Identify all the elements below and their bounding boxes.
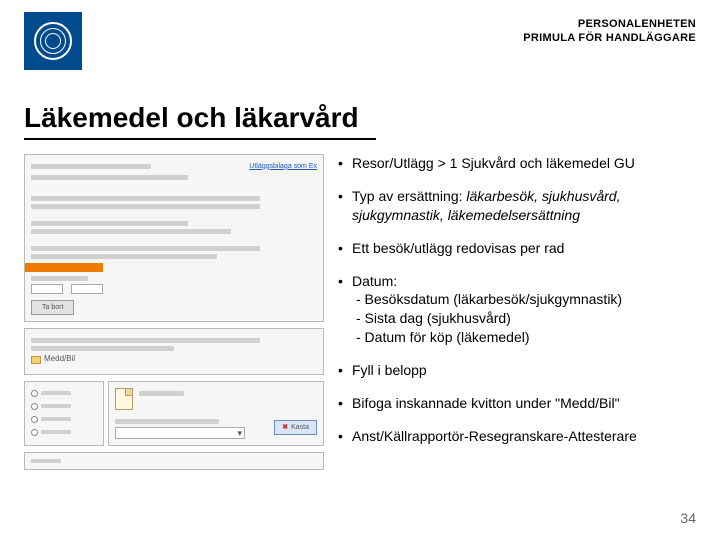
header-org: PERSONALENHETEN PRIMULA FÖR HANDLÄGGARE bbox=[523, 12, 696, 46]
bullet-6: Bifoga inskannade kvitton under "Medd/Bi… bbox=[338, 394, 696, 413]
meddbil-row: Medd/Bil bbox=[31, 354, 75, 365]
bullet-3: Ett besök/utlägg redovisas per rad bbox=[338, 239, 696, 258]
bullet-list: Resor/Utlägg > 1 Sjukvård och läkemedel … bbox=[338, 154, 696, 470]
page-title: Läkemedel och läkarvård bbox=[24, 102, 376, 140]
meddbil-label: Medd/Bil bbox=[44, 354, 75, 365]
input-stub bbox=[31, 284, 63, 294]
bullet-1: Resor/Utlägg > 1 Sjukvård och läkemedel … bbox=[338, 154, 696, 173]
orange-section-bar bbox=[25, 263, 103, 272]
screenshot-panel-radio bbox=[24, 381, 104, 446]
header-org-line1: PERSONALENHETEN bbox=[523, 18, 696, 32]
slide-header: PERSONALENHETEN PRIMULA FÖR HANDLÄGGARE bbox=[24, 12, 696, 76]
header-org-line2: PRIMULA FÖR HANDLÄGGARE bbox=[523, 32, 696, 46]
university-logo bbox=[24, 12, 82, 70]
page-number: 34 bbox=[680, 510, 696, 526]
screenshot-panel-attach: ✖Kasta bbox=[108, 381, 324, 446]
seal-icon bbox=[34, 22, 72, 60]
input-stub bbox=[71, 284, 103, 294]
screenshot-top-link: Utläggsbilaga som Ex bbox=[249, 162, 317, 171]
screenshot-panel-footer bbox=[24, 452, 324, 470]
file-icon bbox=[115, 388, 133, 410]
screenshot-button: Ta bort bbox=[31, 300, 74, 315]
bullet-5: Fyll i belopp bbox=[338, 361, 696, 380]
kasta-button: ✖Kasta bbox=[274, 420, 317, 435]
folder-icon bbox=[31, 356, 41, 364]
screenshot-panel-mid: Medd/Bil bbox=[24, 328, 324, 375]
screenshot-panel-top: Utläggsbilaga som Ex Ta bort bbox=[24, 154, 324, 322]
bullet-4: Datum: - Besöksdatum (läkarbesök/sjukgym… bbox=[338, 272, 696, 348]
bullet-2: Typ av ersättning: läkarbesök, sjukhusvå… bbox=[338, 187, 696, 225]
select-stub bbox=[115, 427, 245, 439]
bullet-7: Anst/Källrapportör-Resegranskare-Atteste… bbox=[338, 427, 696, 446]
embedded-screenshot: Utläggsbilaga som Ex Ta bort bbox=[24, 154, 324, 470]
